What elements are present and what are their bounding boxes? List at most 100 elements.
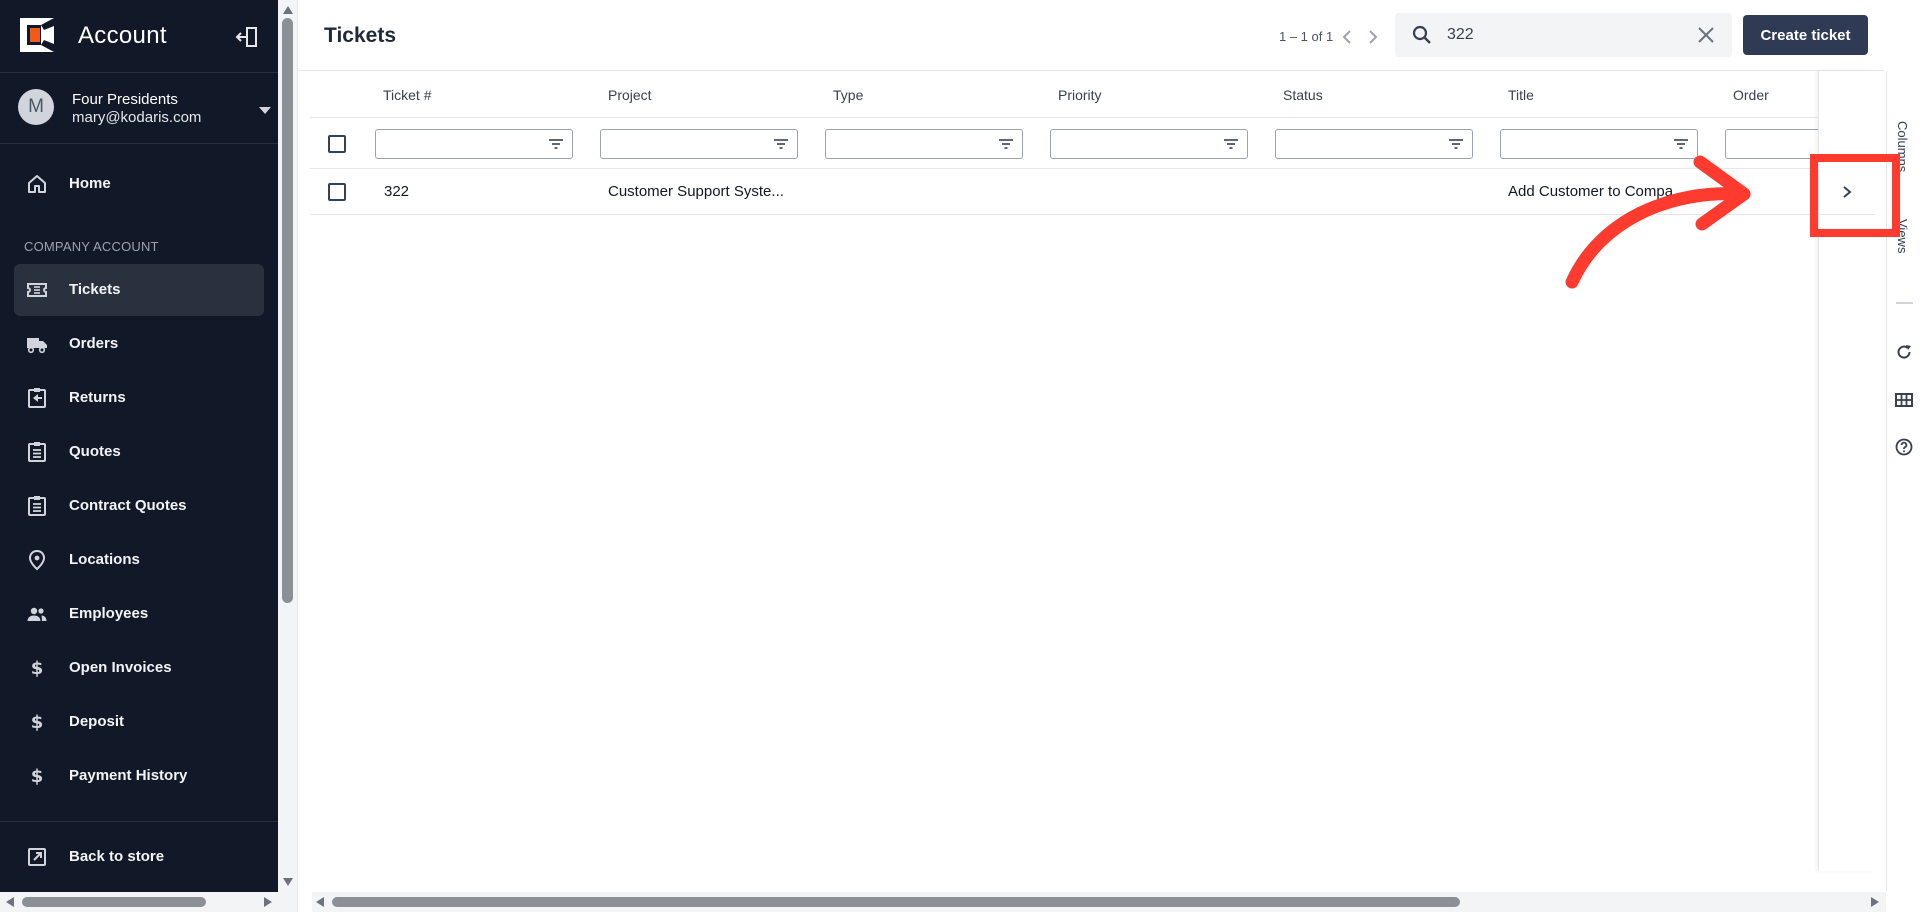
filter-input-order[interactable] <box>1725 129 1830 159</box>
scroll-up-icon[interactable] <box>283 6 293 14</box>
cell-order: 0 <box>1736 183 1745 200</box>
filter-icon[interactable] <box>548 137 564 151</box>
cell-title: Add Customer to Compa <box>1508 183 1674 200</box>
sidebar-item-orders[interactable]: Orders <box>14 318 264 370</box>
main-content: Tickets 1 – 1 of 1 Create ticket Ticket … <box>298 0 1884 912</box>
pinned-actions-column <box>1818 71 1875 871</box>
sidebar-item-locations[interactable]: Locations <box>14 534 264 586</box>
truck-icon <box>27 338 47 354</box>
sidebar-horizontal-scrollbar[interactable] <box>0 892 278 912</box>
column-header-status[interactable]: Status <box>1283 87 1323 103</box>
scroll-thumb[interactable] <box>22 897 206 907</box>
sidebar-item-tickets[interactable]: Tickets <box>14 264 264 316</box>
grid-tool-panel: Columns Views <box>1886 71 1920 891</box>
column-header-priority[interactable]: Priority <box>1058 87 1102 103</box>
select-all-checkbox[interactable] <box>328 135 346 153</box>
location-pin-icon <box>28 549 46 571</box>
sidebar-item-returns[interactable]: Returns <box>14 372 264 424</box>
sidebar-item-label: Employees <box>69 605 149 622</box>
kodaris-logo[interactable] <box>20 18 54 52</box>
scroll-left-icon[interactable] <box>6 897 14 907</box>
sidebar: Account M Four Presidents mary@kodaris.c… <box>0 0 278 912</box>
sidebar-item-back-to-store[interactable]: Back to store <box>14 831 264 883</box>
search-input[interactable] <box>1447 21 1677 49</box>
page-title: Tickets <box>324 24 396 47</box>
column-header-order[interactable]: Order <box>1733 87 1769 103</box>
sidebar-item-contract-quotes[interactable]: Contract Quotes <box>14 480 264 532</box>
sidebar-item-label: Quotes <box>69 443 121 460</box>
tab-columns[interactable]: Columns <box>1895 121 1910 172</box>
filter-icon[interactable] <box>773 137 789 151</box>
dollar-icon: $ <box>31 766 44 787</box>
filter-input-type[interactable] <box>825 129 1023 159</box>
scroll-thumb[interactable] <box>332 897 1460 907</box>
sidebar-header: Account <box>0 0 278 72</box>
sidebar-item-label: Orders <box>69 335 119 352</box>
column-header-title[interactable]: Title <box>1508 87 1534 103</box>
sidebar-item-label: Back to store <box>69 848 165 865</box>
filter-input-title[interactable] <box>1500 129 1698 159</box>
chevron-right-icon <box>1843 186 1852 198</box>
sidebar-item-label: Open Invoices <box>69 659 172 676</box>
grid-filter-row <box>310 118 1830 169</box>
sidebar-item-quotes[interactable]: Quotes <box>14 426 264 478</box>
chevron-left-icon[interactable] <box>1339 26 1355 48</box>
open-external-icon <box>28 848 46 866</box>
scroll-right-icon[interactable] <box>1871 897 1879 907</box>
filter-input-priority[interactable] <box>1050 129 1248 159</box>
user-name: Four Presidents <box>72 91 178 108</box>
filter-icon[interactable] <box>1673 137 1689 151</box>
scroll-thumb[interactable] <box>282 18 293 603</box>
scroll-down-icon[interactable] <box>283 878 293 886</box>
filter-input-status[interactable] <box>1275 129 1473 159</box>
sidebar-item-label: Contract Quotes <box>69 497 187 514</box>
filter-icon[interactable] <box>1448 137 1464 151</box>
sidebar-item-label: Locations <box>69 551 140 568</box>
table-row[interactable]: 322 Customer Support Syste... Add Custom… <box>310 169 1830 215</box>
filter-icon[interactable] <box>998 137 1014 151</box>
scroll-left-icon[interactable] <box>316 897 324 907</box>
refresh-icon[interactable] <box>1895 343 1913 361</box>
clipboard-icon <box>28 442 46 462</box>
filter-input-ticket[interactable] <box>375 129 573 159</box>
pagination-range: 1 – 1 of 1 <box>1279 29 1334 44</box>
app-title: Account <box>78 22 167 49</box>
column-header-ticket[interactable]: Ticket # <box>383 87 432 103</box>
sidebar-item-home[interactable]: Home <box>14 158 264 210</box>
close-icon[interactable] <box>1695 24 1717 46</box>
dollar-icon: $ <box>31 658 44 679</box>
sidebar-item-employees[interactable]: Employees <box>14 588 264 640</box>
grid-horizontal-scrollbar[interactable] <box>312 892 1886 912</box>
search-icon <box>1412 25 1431 44</box>
svg-text:$: $ <box>31 658 44 679</box>
scroll-right-icon[interactable] <box>264 897 272 907</box>
grid-icon[interactable] <box>1895 391 1913 409</box>
tool-panel-divider <box>1896 302 1913 304</box>
collapse-sidebar-icon[interactable] <box>234 24 260 50</box>
column-header-type[interactable]: Type <box>833 87 863 103</box>
chevron-right-icon[interactable] <box>1365 26 1381 48</box>
user-email: mary@kodaris.com <box>72 109 202 126</box>
filter-icon[interactable] <box>1223 137 1239 151</box>
row-checkbox[interactable] <box>328 183 346 201</box>
tab-views[interactable]: Views <box>1895 219 1910 253</box>
open-row-button[interactable] <box>1819 169 1875 215</box>
sidebar-item-open-invoices[interactable]: $ Open Invoices <box>14 642 264 694</box>
column-header-project[interactable]: Project <box>608 87 652 103</box>
cell-project: Customer Support Syste... <box>608 183 784 200</box>
create-ticket-button[interactable]: Create ticket <box>1743 15 1868 55</box>
sidebar-item-deposit[interactable]: $ Deposit <box>14 696 264 748</box>
sidebar-vertical-scrollbar[interactable] <box>278 0 298 912</box>
tickets-grid: Ticket # Project Type Priority Status Ti… <box>310 71 1830 871</box>
filter-input-project[interactable] <box>600 129 798 159</box>
return-icon <box>28 388 46 408</box>
svg-text:$: $ <box>31 766 44 787</box>
sidebar-item-payment-history[interactable]: $ Payment History <box>14 750 264 802</box>
dollar-icon: $ <box>31 712 44 733</box>
sidebar-item-label: Deposit <box>69 713 125 730</box>
help-icon[interactable] <box>1895 438 1913 456</box>
people-icon <box>27 607 47 621</box>
account-switcher[interactable]: M Four Presidents mary@kodaris.com <box>0 72 278 144</box>
sidebar-item-label: Home <box>69 175 111 192</box>
sidebar-item-label: Tickets <box>69 281 121 298</box>
